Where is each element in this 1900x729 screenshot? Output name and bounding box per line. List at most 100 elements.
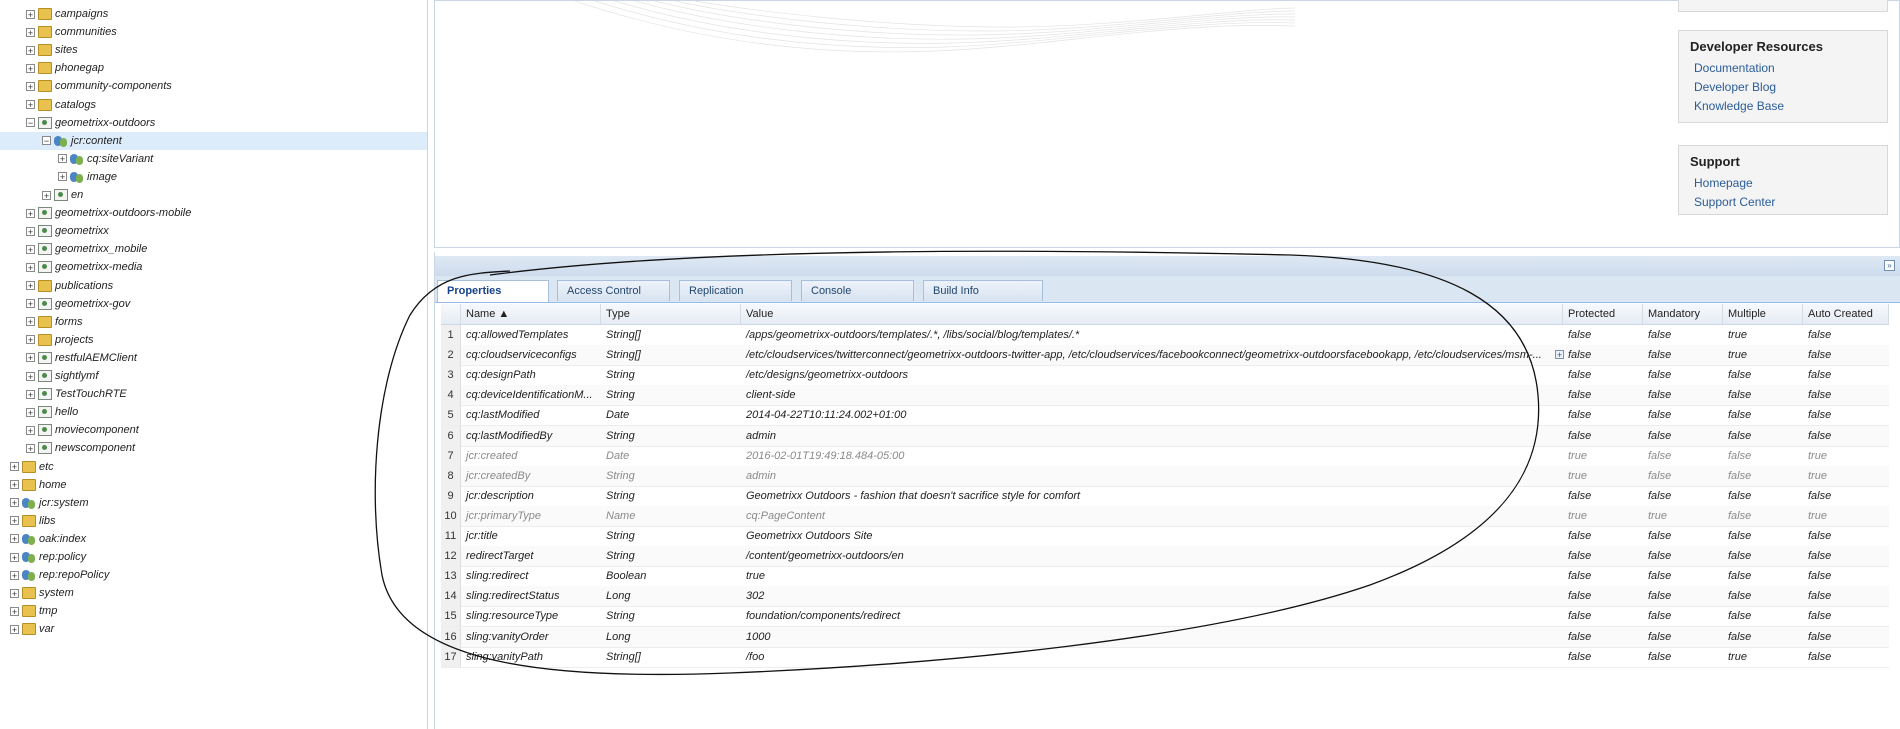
tree-node-label[interactable]: jcr:system <box>39 497 89 509</box>
property-value[interactable]: /etc/designs/geometrixx-outdoors <box>741 365 1549 385</box>
tree-node-label[interactable]: TestTouchRTE <box>55 388 127 400</box>
property-row[interactable]: 6 cq:lastModifiedBy String admin false false f… <box>441 425 1889 447</box>
tree-node-label[interactable]: hello <box>55 406 78 418</box>
header-name[interactable]: Name ▲ <box>461 304 601 324</box>
property-row[interactable]: 5 cq:lastModified Date 2014-04-22T10:11:24.… <box>441 405 1889 427</box>
documentation-link[interactable]: Documentation <box>1690 59 1876 78</box>
header-protected[interactable]: Protected <box>1563 304 1643 324</box>
expand-icon[interactable]: + <box>42 190 51 200</box>
expand-icon[interactable]: + <box>26 317 35 327</box>
property-value[interactable]: /foo <box>741 647 1549 667</box>
tree-node[interactable]: + rep:repoPolicy <box>10 566 109 584</box>
collapse-icon[interactable]: » <box>1884 260 1895 271</box>
expand-icon[interactable]: + <box>58 172 67 182</box>
collapse-icon[interactable]: − <box>42 136 51 146</box>
header-mandatory[interactable]: Mandatory <box>1643 304 1723 324</box>
tree-node[interactable]: + en <box>42 186 83 204</box>
tree-node[interactable]: + community-components <box>26 77 172 95</box>
expand-icon[interactable]: + <box>26 262 35 272</box>
property-row[interactable]: 10 jcr:primaryType Name cq:PageContent true t… <box>441 505 1889 527</box>
property-row[interactable]: 11 jcr:title String Geometrixx Outdoors Sit… <box>441 526 1889 547</box>
property-row[interactable]: 2 cq:cloudserviceconfigs String[] /etc/clou… <box>441 345 1889 367</box>
tree-node-label[interactable]: geometrixx-outdoors <box>55 117 155 129</box>
tree-node[interactable]: + var <box>10 620 54 638</box>
tree-node[interactable]: + phonegap <box>26 59 104 77</box>
property-value[interactable]: cq:PageContent <box>741 506 1549 526</box>
property-value[interactable]: admin <box>741 466 1549 486</box>
tree-node-label[interactable]: image <box>87 171 117 183</box>
tree-node-label[interactable]: tmp <box>39 605 57 617</box>
tree-node[interactable]: + forms <box>26 313 83 331</box>
property-value[interactable]: Geometrixx Outdoors - fashion that doesn… <box>741 486 1549 506</box>
tree-node-label[interactable]: projects <box>55 334 94 346</box>
expand-icon[interactable]: + <box>26 208 35 218</box>
expand-icon[interactable]: + <box>26 27 35 37</box>
tree-node-label[interactable]: catalogs <box>55 99 96 111</box>
header-multiple[interactable]: Multiple <box>1723 304 1803 324</box>
expand-icon[interactable]: + <box>10 606 19 616</box>
tree-node[interactable]: + restfulAEMClient <box>26 349 137 367</box>
tree-node[interactable]: + communities <box>26 23 117 41</box>
expand-icon[interactable]: + <box>26 407 35 417</box>
tree-node[interactable]: + oak:index <box>10 530 86 548</box>
tree-node[interactable]: + image <box>58 168 117 186</box>
expand-icon[interactable]: + <box>10 480 19 490</box>
tree-node-label[interactable]: restfulAEMClient <box>55 352 137 364</box>
tree-node-label[interactable]: system <box>39 587 74 599</box>
property-row[interactable]: 4 cq:deviceIdentificationM... String client… <box>441 385 1889 407</box>
expand-icon[interactable]: + <box>10 588 19 598</box>
expand-icon[interactable]: + <box>26 443 35 453</box>
header-value[interactable]: Value <box>741 304 1563 324</box>
tree-node[interactable]: + publications <box>26 277 113 295</box>
tree-node-label[interactable]: geometrixx_mobile <box>55 243 147 255</box>
property-value[interactable]: /content/geometrixx-outdoors/en <box>741 546 1549 566</box>
expand-icon[interactable]: + <box>26 100 35 110</box>
expand-icon[interactable]: + <box>26 389 35 399</box>
tree-node-label[interactable]: oak:index <box>39 533 86 545</box>
property-row[interactable]: 9 jcr:description String Geometrixx Outdoor… <box>441 485 1889 507</box>
expand-icon[interactable]: + <box>58 154 67 164</box>
property-row[interactable]: 8 jcr:createdBy String admin true false false t… <box>441 465 1889 487</box>
tree-node[interactable]: + geometrixx <box>26 222 109 240</box>
collapse-icon[interactable]: − <box>26 118 35 128</box>
tree-node-label[interactable]: jcr:content <box>71 135 122 147</box>
tree-node[interactable]: + geometrixx-outdoors-mobile <box>26 204 191 222</box>
property-value[interactable]: 1000 <box>741 627 1549 647</box>
tree-node[interactable]: − geometrixx-outdoors <box>26 114 155 132</box>
tree-node[interactable]: − jcr:content <box>0 131 427 150</box>
tree-node-label[interactable]: newscomponent <box>55 442 135 454</box>
property-row[interactable]: 15 sling:resourceType String foundation/com… <box>441 606 1889 628</box>
tree-node[interactable]: + geometrixx-media <box>26 258 142 276</box>
tree-node-label[interactable]: sightlymf <box>55 370 98 382</box>
header-type[interactable]: Type <box>601 304 741 324</box>
property-value[interactable]: admin <box>741 426 1549 446</box>
tree-node-label[interactable]: geometrixx-outdoors-mobile <box>55 207 191 219</box>
expand-icon[interactable]: + <box>26 63 35 73</box>
tree-node[interactable]: + home <box>10 476 67 494</box>
property-row[interactable]: 16 sling:vanityOrder Long 1000 false false fal… <box>441 626 1889 648</box>
tree-node[interactable]: + libs <box>10 512 56 530</box>
expand-icon[interactable]: + <box>10 534 19 544</box>
knowledge-base-link[interactable]: Knowledge Base <box>1690 97 1876 116</box>
expand-icon[interactable]: + <box>26 81 35 91</box>
property-value[interactable]: /apps/geometrixx-outdoors/templates/.*, … <box>741 325 1549 345</box>
property-value[interactable]: client-side <box>741 385 1549 405</box>
property-value[interactable]: /etc/cloudservices/twitterconnect/geomet… <box>741 345 1549 365</box>
tree-node[interactable]: + hello <box>26 403 78 421</box>
tree-node-label[interactable]: etc <box>39 461 54 473</box>
tree-node[interactable]: + catalogs <box>26 96 96 114</box>
tree-node[interactable]: + rep:policy <box>10 548 86 566</box>
tree-node[interactable]: + cq:siteVariant <box>58 150 153 168</box>
property-value[interactable]: 2016-02-01T19:49:18.484-05:00 <box>741 446 1549 466</box>
expand-icon[interactable]: + <box>26 9 35 19</box>
property-row[interactable]: 3 cq:designPath String/etc/designs/geometr… <box>441 365 1889 387</box>
tree-node-label[interactable]: sites <box>55 44 78 56</box>
expand-icon[interactable]: + <box>10 462 19 472</box>
tree-node[interactable]: + campaigns <box>26 5 108 23</box>
expand-icon[interactable]: + <box>10 498 19 508</box>
tree-node[interactable]: + projects <box>26 331 94 349</box>
expand-icon[interactable]: + <box>26 335 35 345</box>
tree-node[interactable]: + sightlymf <box>26 367 98 385</box>
expand-icon[interactable]: + <box>10 516 19 526</box>
expand-icon[interactable]: + <box>10 552 19 562</box>
